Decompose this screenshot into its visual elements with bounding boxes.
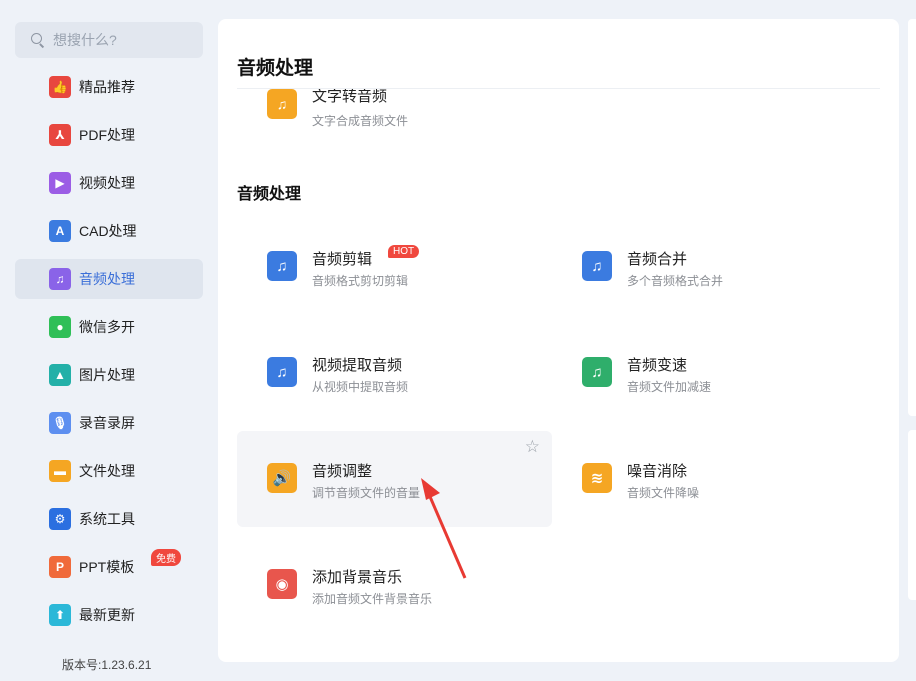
tool-card-audio-speed[interactable]: ♫ 音频变速 音频文件加减速 xyxy=(552,325,867,421)
tool-card-desc: 音频文件降噪 xyxy=(627,486,700,500)
search-icon xyxy=(31,33,45,47)
play-icon: ▶ xyxy=(49,172,71,194)
tool-card-desc: 从视频中提取音频 xyxy=(312,380,409,394)
sidebar-item-label: 系统工具 xyxy=(79,511,135,527)
background-music-icon: ◉ xyxy=(267,569,297,599)
sidebar-item-wechat[interactable]: ● 微信多开 xyxy=(15,307,203,347)
tool-card-audio-extract[interactable]: ♫ 视频提取音频 从视频中提取音频 xyxy=(237,325,552,421)
hot-badge: HOT xyxy=(388,245,420,258)
tool-card-title: 音频剪辑 xyxy=(312,251,373,268)
tool-card-title: 音频变速 xyxy=(627,357,688,374)
search-placeholder: 想搜什么? xyxy=(53,32,117,48)
tool-card-title: 噪音消除 xyxy=(627,463,688,480)
sidebar-item-recommend[interactable]: 👍 精品推荐 xyxy=(15,67,203,107)
sidebar-item-label: 图片处理 xyxy=(79,367,135,383)
version-label: 版本号:1.23.6.21 xyxy=(62,658,152,672)
search-input[interactable]: 想搜什么? xyxy=(15,22,203,58)
tool-card-noise-reduce[interactable]: ≋ 噪音消除 音频文件降噪 xyxy=(552,431,867,527)
star-icon[interactable]: ☆ xyxy=(525,437,540,457)
tool-card-title: 音频调整 xyxy=(312,463,373,480)
microphone-icon: 🎙 xyxy=(49,412,71,434)
sidebar-item-label: CAD处理 xyxy=(79,223,137,239)
main-panel: 音频处理 ♫ 文字转音频 文字合成音频文件 音频处理 ♫ 音频剪辑 HOT 音频… xyxy=(218,19,899,662)
tool-card-desc: 音频文件加减速 xyxy=(627,380,712,394)
cad-icon: A xyxy=(49,220,71,242)
sidebar-item-video[interactable]: ▶ 视频处理 xyxy=(15,163,203,203)
audio-speed-icon: ♫ xyxy=(582,357,612,387)
gear-icon: ⚙ xyxy=(49,508,71,530)
sidebar-item-label: 视频处理 xyxy=(79,175,135,191)
tool-card-background-music[interactable]: ◉ 添加背景音乐 添加音频文件背景音乐 xyxy=(237,537,552,633)
sidebar: 想搜什么? 👍 精品推荐 ⅄ PDF处理 ▶ 视频处理 A CAD处理 ♫ 音频… xyxy=(0,0,218,681)
thumbs-up-icon: 👍 xyxy=(49,76,71,98)
sidebar-item-audio[interactable]: ♫ 音频处理 xyxy=(15,259,203,299)
tool-card-desc: 添加音频文件背景音乐 xyxy=(312,592,433,606)
tool-card-audio-cut[interactable]: ♫ 音频剪辑 HOT 音频格式剪切剪辑 xyxy=(237,219,552,315)
sidebar-item-label: PDF处理 xyxy=(79,127,135,143)
sidebar-item-system[interactable]: ⚙ 系统工具 xyxy=(15,499,203,539)
tool-card-desc: 调节音频文件的音量 xyxy=(312,486,421,500)
tool-card-audio-adjust[interactable]: 🔊 音频调整 调节音频文件的音量 ☆ xyxy=(237,431,552,527)
audio-merge-icon: ♫ xyxy=(582,251,612,281)
tool-card-desc: 音频格式剪切剪辑 xyxy=(312,274,409,288)
page-title: 音频处理 xyxy=(237,58,314,79)
ppt-icon: P xyxy=(49,556,71,578)
volume-icon: 🔊 xyxy=(267,463,297,493)
tool-card-title: 添加背景音乐 xyxy=(312,569,403,586)
sidebar-item-label: 文件处理 xyxy=(79,463,135,479)
sidebar-item-updates[interactable]: ⬆ 最新更新 xyxy=(15,595,203,635)
upload-icon: ⬆ xyxy=(49,604,71,626)
noise-reduce-icon: ≋ xyxy=(582,463,612,493)
sidebar-item-pdf[interactable]: ⅄ PDF处理 xyxy=(15,115,203,155)
tool-card-text-to-audio[interactable]: ♫ 文字转音频 文字合成音频文件 xyxy=(237,89,552,139)
adjacent-panel-edge xyxy=(908,19,916,416)
tool-card-title: 文字转音频 xyxy=(312,89,388,105)
audio-cut-icon: ♫ xyxy=(267,251,297,281)
tool-card-title: 音频合并 xyxy=(627,251,688,268)
music-note-icon: ♫ xyxy=(49,268,71,290)
section-title: 音频处理 xyxy=(237,186,302,203)
sidebar-item-label: 录音录屏 xyxy=(79,415,135,431)
audio-extract-icon: ♫ xyxy=(267,357,297,387)
tool-card-audio-merge[interactable]: ♫ 音频合并 多个音频格式合并 xyxy=(552,219,867,315)
sidebar-item-label: 精品推荐 xyxy=(79,79,135,95)
sidebar-item-image[interactable]: ▲ 图片处理 xyxy=(15,355,203,395)
adjacent-panel-edge xyxy=(908,430,916,600)
free-badge: 免费 xyxy=(151,549,181,566)
tool-card-desc: 多个音频格式合并 xyxy=(627,274,724,288)
pdf-icon: ⅄ xyxy=(49,124,71,146)
tool-card-desc: 文字合成音频文件 xyxy=(312,114,409,128)
sidebar-item-label: 音频处理 xyxy=(79,271,135,287)
sidebar-item-file[interactable]: ▬ 文件处理 xyxy=(15,451,203,491)
sidebar-item-label: 微信多开 xyxy=(79,319,135,335)
image-icon: ▲ xyxy=(49,364,71,386)
sidebar-item-ppt[interactable]: P PPT模板 免费 xyxy=(15,547,203,587)
sidebar-item-label: PPT模板 xyxy=(79,559,135,575)
sidebar-item-label: 最新更新 xyxy=(79,607,135,623)
text-to-audio-icon: ♫ xyxy=(267,89,297,119)
tool-card-title: 视频提取音频 xyxy=(312,357,403,374)
wechat-icon: ● xyxy=(49,316,71,338)
sidebar-item-record[interactable]: 🎙 录音录屏 xyxy=(15,403,203,443)
sidebar-item-cad[interactable]: A CAD处理 xyxy=(15,211,203,251)
folder-icon: ▬ xyxy=(49,460,71,482)
